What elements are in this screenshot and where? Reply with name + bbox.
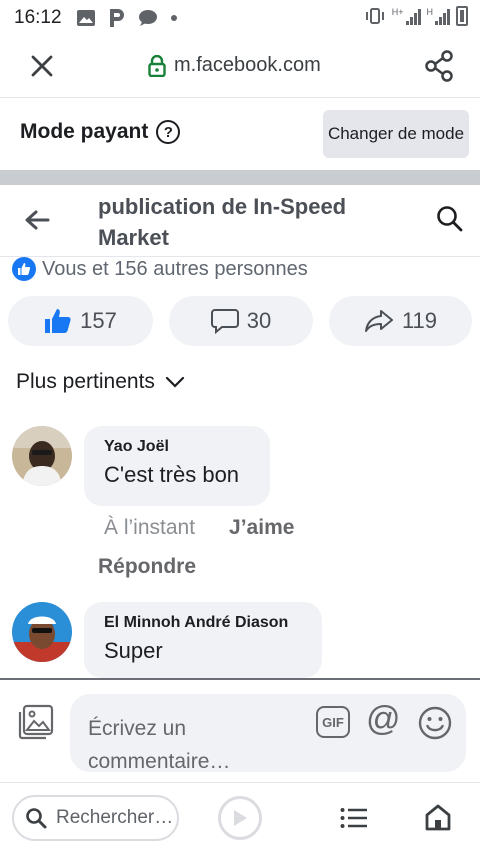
- browser-search-bar[interactable]: Rechercher…: [12, 795, 179, 841]
- comment-count-button[interactable]: 30: [169, 296, 313, 346]
- home-icon[interactable]: [424, 803, 452, 831]
- comment-text: Super: [104, 638, 163, 663]
- status-bar: 16:12 H+ H: [0, 0, 480, 36]
- close-icon[interactable]: [28, 52, 56, 80]
- comment-placeholder: Écrivez un commentaire…: [88, 717, 231, 773]
- signal-h-plus-icon: H+: [392, 7, 421, 25]
- comment-reply-button[interactable]: Répondre: [98, 555, 196, 579]
- comment-text: C'est très bon: [104, 462, 240, 487]
- change-mode-button[interactable]: Changer de mode: [323, 110, 469, 158]
- thumbs-up-icon: [45, 309, 71, 333]
- play-icon: [234, 810, 247, 826]
- share-icon[interactable]: [424, 50, 454, 82]
- back-arrow-icon[interactable]: [24, 209, 50, 231]
- comment-bubble[interactable]: Yao Joël C'est très bon: [84, 426, 270, 506]
- comment-bubble[interactable]: El Minnoh André Diason Super: [84, 602, 322, 678]
- comment-composer: Écrivez un commentaire… GIF @: [0, 678, 480, 780]
- url-text: m.facebook.com: [174, 54, 321, 76]
- share-count: 119: [401, 308, 438, 333]
- chevron-down-icon: [165, 376, 185, 388]
- p-icon: [109, 9, 124, 27]
- browser-search-placeholder: Rechercher…: [56, 807, 174, 828]
- comment-time: À l’instant: [104, 516, 196, 539]
- menu-icon[interactable]: [340, 807, 368, 829]
- comment-author[interactable]: Yao Joël: [104, 438, 250, 456]
- mode-title: Mode payant ?: [20, 120, 181, 144]
- comment-input[interactable]: Écrivez un commentaire… GIF @: [70, 694, 466, 773]
- sort-label: Plus pertinents: [16, 370, 155, 393]
- share-count-button[interactable]: 119: [329, 296, 472, 346]
- gif-icon[interactable]: GIF: [316, 706, 350, 738]
- url-display[interactable]: m.facebook.com: [148, 54, 321, 77]
- play-button[interactable]: [218, 796, 262, 840]
- search-icon: [26, 808, 47, 829]
- like-count: 157: [80, 308, 117, 333]
- avatar-photo: [12, 426, 72, 486]
- share-arrow-icon: [364, 310, 393, 332]
- image-icon: [76, 10, 95, 26]
- signal-h-icon: H: [427, 7, 450, 25]
- vibrate-icon: [365, 8, 384, 24]
- reactions-summary[interactable]: Vous et 156 autres personnes: [12, 257, 308, 281]
- like-badge-icon: [12, 257, 36, 281]
- comment-actions: À l’instant J’aime: [104, 516, 294, 540]
- post-title: publication de In-Speed Market: [98, 194, 347, 250]
- photo-icon[interactable]: [18, 704, 54, 740]
- comment-like-button[interactable]: J’aime: [229, 516, 294, 540]
- reactions-text: Vous et 156 autres personnes: [42, 257, 308, 280]
- sort-dropdown[interactable]: Plus pertinents: [16, 370, 185, 394]
- post-header: publication de In-Speed Market: [0, 185, 480, 257]
- section-divider: [0, 170, 480, 185]
- mode-banner: Mode payant ? Changer de mode: [0, 98, 480, 170]
- avatar-photo: [12, 602, 72, 662]
- comment-count: 30: [246, 308, 272, 333]
- dot-icon: [170, 15, 177, 21]
- like-count-button[interactable]: 157: [8, 296, 153, 346]
- comment-icon: [210, 309, 239, 334]
- chat-bubble-icon: [138, 10, 157, 26]
- lock-icon: [148, 54, 166, 77]
- avatar[interactable]: [12, 426, 72, 486]
- emoji-icon[interactable]: [418, 706, 452, 740]
- comment-author[interactable]: El Minnoh André Diason: [104, 614, 302, 632]
- battery-icon: [456, 6, 468, 26]
- browser-url-bar: m.facebook.com: [0, 36, 480, 98]
- search-icon[interactable]: [436, 205, 464, 233]
- browser-bottom-bar: Rechercher…: [0, 782, 480, 854]
- help-icon[interactable]: ?: [156, 120, 181, 144]
- mention-icon[interactable]: @: [366, 702, 401, 736]
- status-time: 16:12: [14, 7, 62, 28]
- avatar[interactable]: [12, 602, 72, 662]
